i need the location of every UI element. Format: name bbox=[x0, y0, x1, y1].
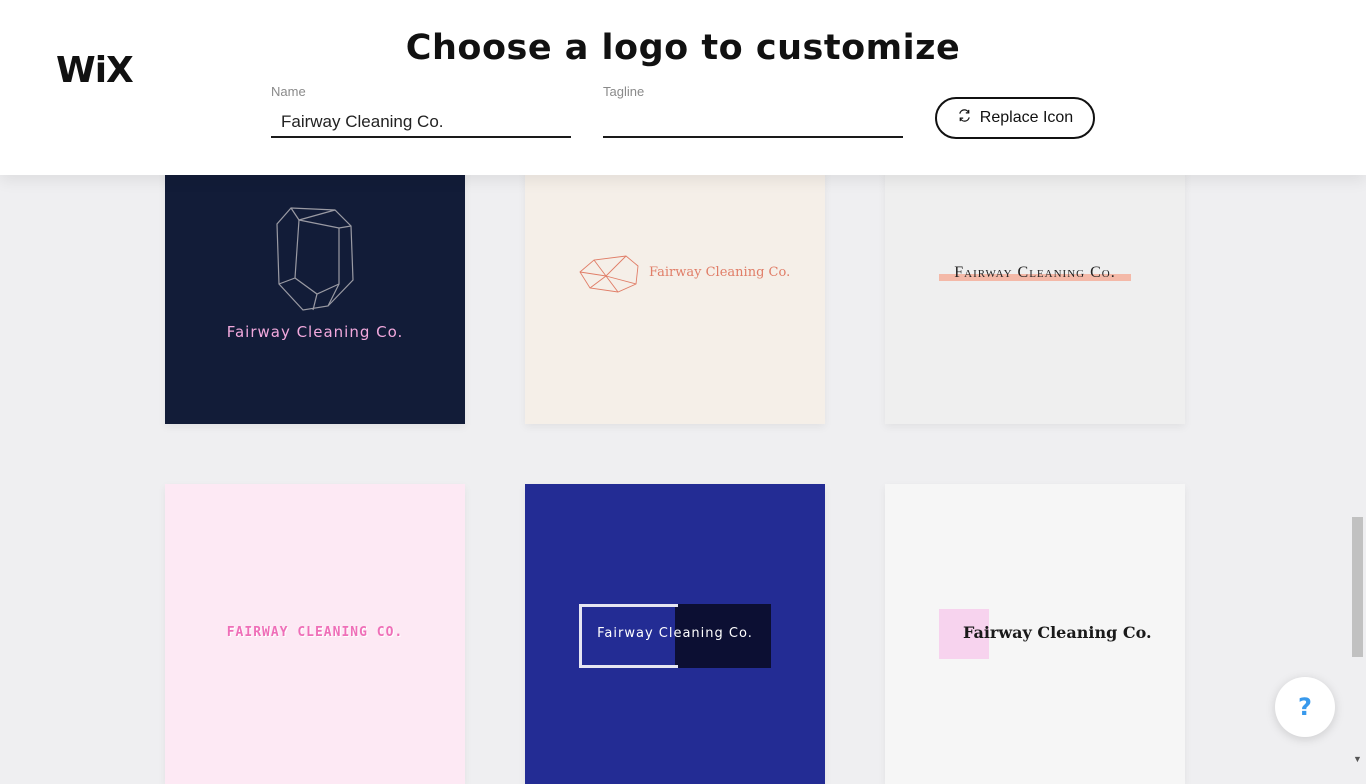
refresh-icon bbox=[957, 108, 972, 128]
tagline-input[interactable] bbox=[603, 108, 903, 138]
logo-text: Fairway Cleaning Co. bbox=[963, 623, 1152, 642]
logo-card-5[interactable]: Fairway Cleaning Co. bbox=[525, 484, 825, 784]
logo-text: Fairway Cleaning Co. bbox=[954, 264, 1116, 281]
name-label: Name bbox=[271, 84, 306, 99]
logo-text: FAIRWAY CLEANING CO. bbox=[226, 625, 404, 640]
logo-card-6[interactable]: Fairway Cleaning Co. bbox=[885, 484, 1185, 784]
name-input[interactable] bbox=[271, 108, 571, 138]
gem-icon bbox=[273, 206, 355, 317]
replace-icon-button[interactable]: Replace Icon bbox=[935, 97, 1095, 139]
scrollbar-thumb[interactable] bbox=[1352, 517, 1363, 657]
logo-card-4[interactable]: FAIRWAY CLEANING CO. bbox=[165, 484, 465, 784]
logo-text: Fairway Cleaning Co. bbox=[226, 323, 404, 341]
replace-icon-label: Replace Icon bbox=[979, 109, 1074, 126]
gem-icon bbox=[578, 254, 642, 299]
logo-text: Fairway Cleaning Co. bbox=[649, 265, 791, 280]
tagline-label: Tagline bbox=[603, 84, 645, 99]
help-button[interactable]: ? bbox=[1275, 677, 1335, 737]
scroll-down-arrow-icon[interactable]: ▼ bbox=[1353, 754, 1362, 764]
scrollbar-track[interactable] bbox=[1349, 175, 1366, 768]
page-title: Choose a logo to customize bbox=[405, 28, 961, 68]
header: WiX Choose a logo to customize Name Tagl… bbox=[0, 0, 1366, 175]
logo-text: Fairway Cleaning Co. bbox=[597, 626, 753, 641]
